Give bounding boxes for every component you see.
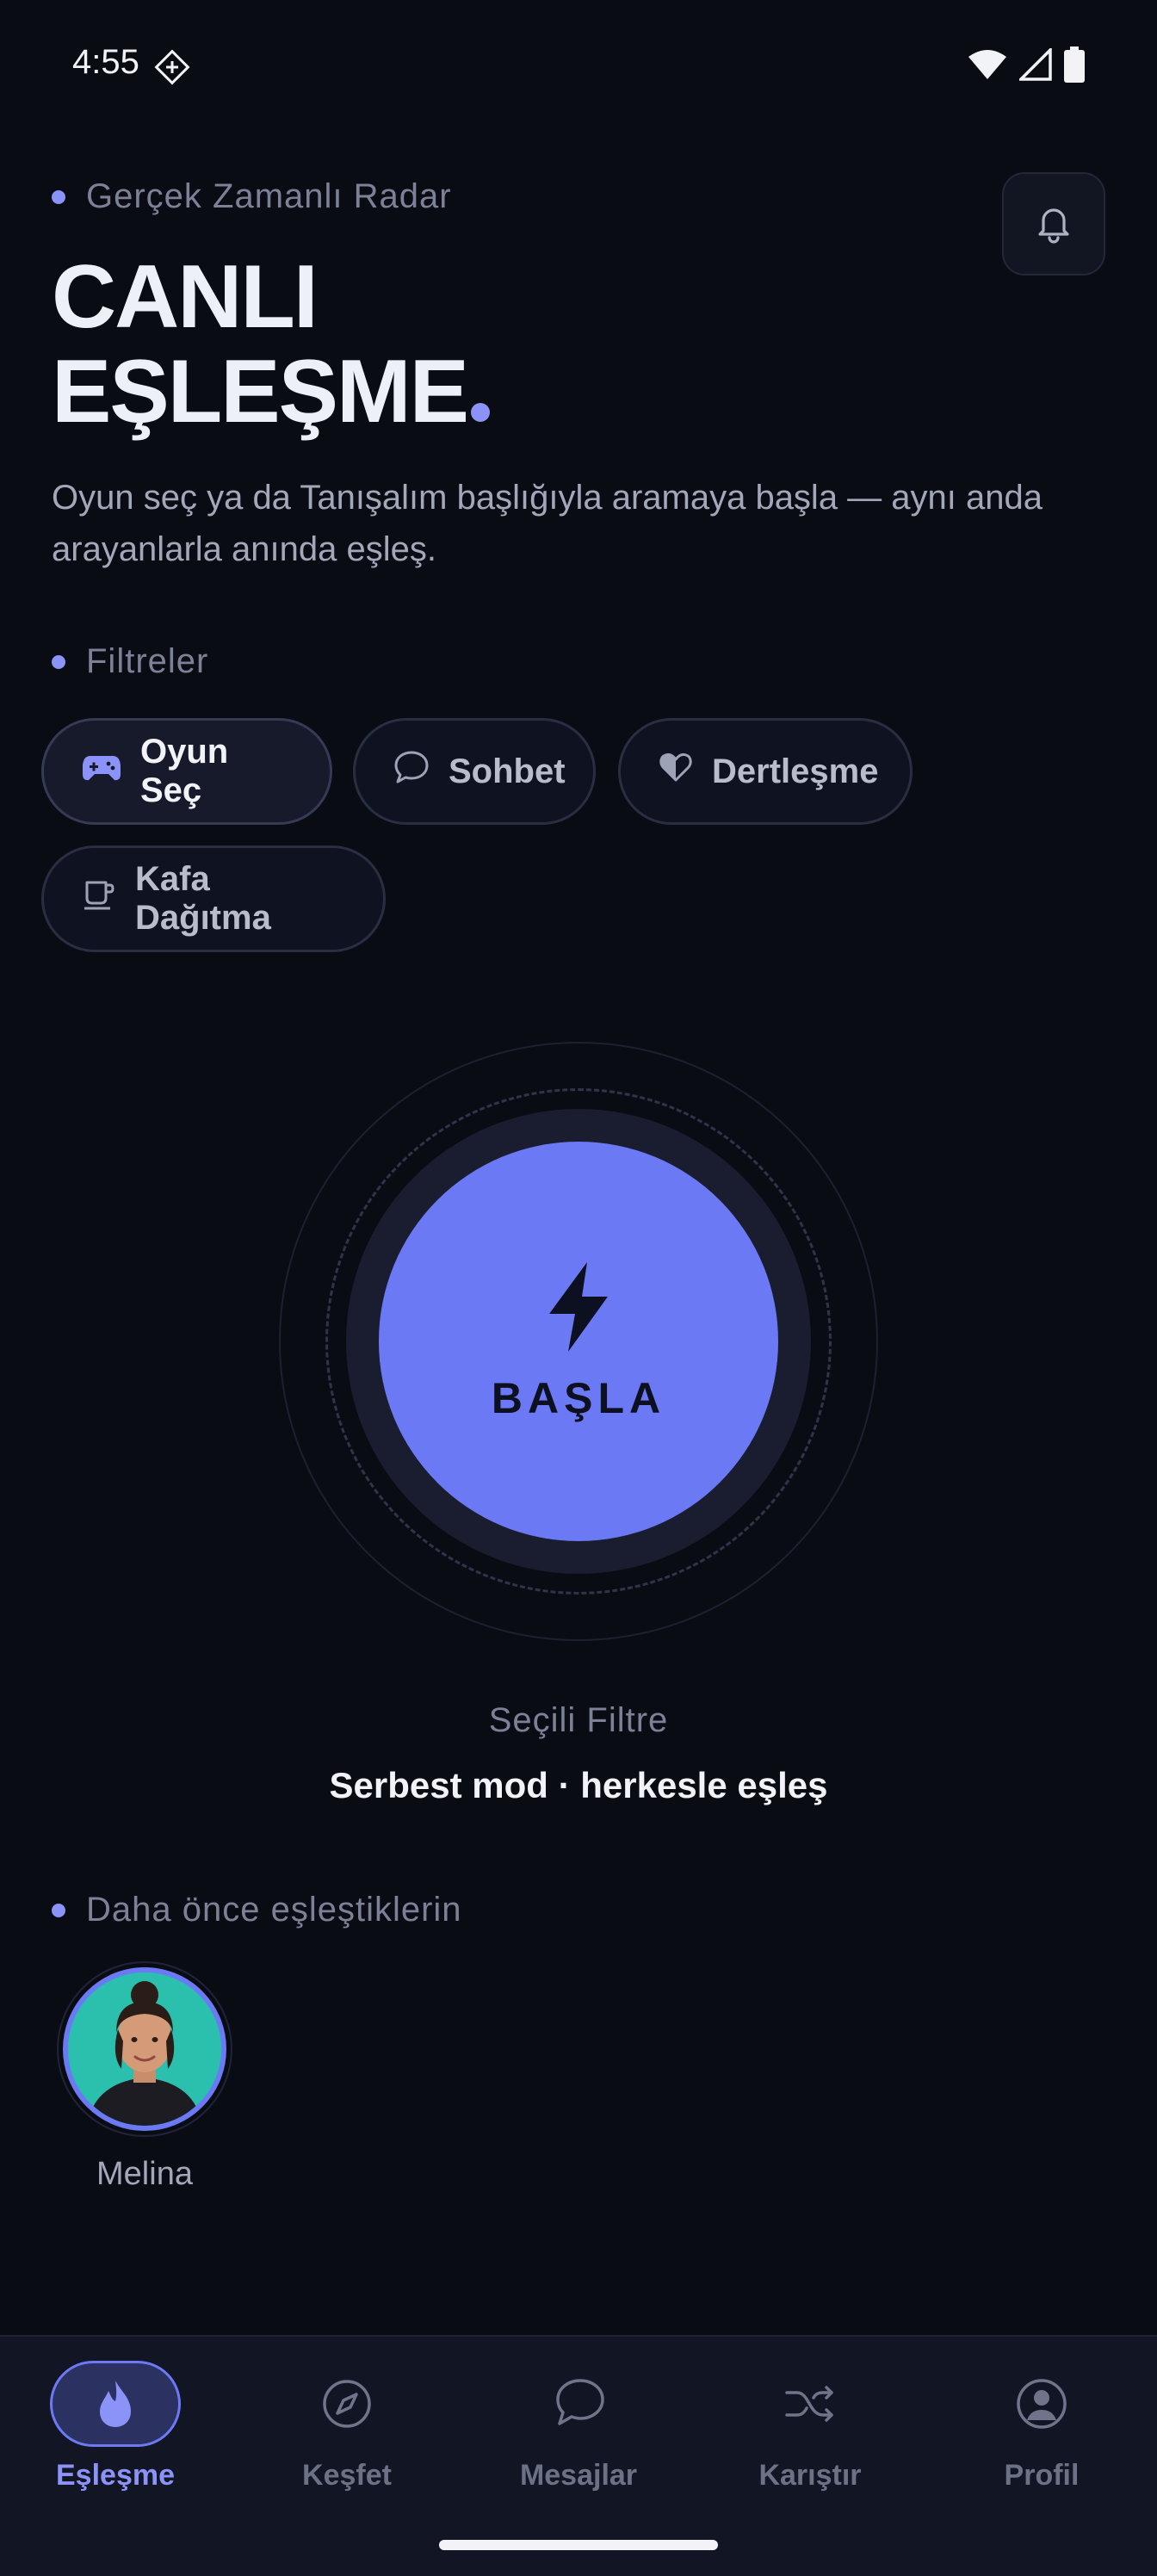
chip-label: Kafa Dağıtma <box>135 860 271 937</box>
chip-label: Oyun Seç <box>140 733 229 809</box>
title-accent-dot <box>471 403 490 422</box>
profile-icon <box>976 2361 1107 2447</box>
home-indicator[interactable] <box>439 2540 718 2550</box>
cellular-signal-icon <box>1017 46 1052 85</box>
radar-eyebrow: Gerçek Zamanlı Radar <box>52 177 452 216</box>
filter-chip-oyun-sec[interactable]: Oyun Seç <box>41 718 332 825</box>
filter-chip-dertlesme[interactable]: Dertleşme <box>618 718 913 825</box>
filter-chip-sohbet[interactable]: Sohbet <box>353 718 596 825</box>
status-right-icons <box>968 46 1085 87</box>
chat-bubble-icon <box>513 2361 644 2447</box>
nav-item-eslesme[interactable]: Eşleşme <box>21 2361 210 2516</box>
avatar-portrait-icon <box>68 1972 221 2126</box>
selected-filter-value: Serbest mod · herkesle eşleş <box>329 1765 828 1805</box>
previous-matches-label: Daha önce eşleştiklerin <box>86 1891 462 1929</box>
filters-label: Filtreler <box>86 642 209 680</box>
nav-label: Karıştır <box>758 2459 862 2492</box>
previous-matches-dot <box>52 1903 65 1917</box>
nav-item-karistir[interactable]: Karıştır <box>715 2361 905 2516</box>
match-name: Melina <box>96 2156 193 2192</box>
sim-diamond-icon <box>153 48 191 86</box>
heart-icon <box>659 752 693 791</box>
chip-label: Dertleşme <box>712 752 879 790</box>
nav-label: Eşleşme <box>56 2459 175 2492</box>
shuffle-icon <box>745 2361 875 2447</box>
nav-label: Keşfet <box>302 2459 392 2492</box>
match-avatar-melina[interactable] <box>57 1961 232 2137</box>
eyebrow-label: Gerçek Zamanlı Radar <box>86 177 452 215</box>
previous-matches-section-label: Daha önce eşleştiklerin <box>52 1891 462 1929</box>
status-bar: 4:55 <box>0 0 1157 129</box>
page-subtitle: Oyun seç ya da Tanışalım başlığıyla aram… <box>52 479 1043 568</box>
nav-label: Profil <box>1004 2459 1080 2492</box>
compass-icon <box>282 2361 412 2447</box>
chat-bubble-icon <box>393 750 430 793</box>
filter-chip-kafa-dagitma[interactable]: Kafa Dağıtma <box>41 845 386 952</box>
nav-item-profil[interactable]: Profil <box>947 2361 1136 2516</box>
avatar <box>63 1967 226 2131</box>
bell-icon <box>1031 200 1076 249</box>
page-title: CANLI EŞLEŞME <box>52 250 490 439</box>
flame-icon <box>50 2361 181 2447</box>
live-matching-screen: 4:55 Gerçek Zamanlı Radar CANLI EŞLEŞME <box>0 0 1157 2576</box>
coffee-cup-icon <box>82 877 116 920</box>
title-line-1: CANLI <box>52 247 319 347</box>
notifications-button[interactable] <box>1002 172 1105 276</box>
filters-section-label: Filtreler <box>52 642 208 681</box>
nav-label: Mesajlar <box>519 2459 638 2492</box>
lightning-icon <box>542 1260 615 1358</box>
status-time: 4:55 <box>72 43 139 81</box>
title-line-2: EŞLEŞME <box>52 342 469 442</box>
gamepad-icon <box>82 752 121 791</box>
start-button[interactable]: BAŞLA <box>379 1142 778 1541</box>
eyebrow-dot <box>52 189 65 204</box>
filters-dot <box>52 654 65 669</box>
nav-item-mesajlar[interactable]: Mesajlar <box>484 2361 673 2516</box>
nav-item-kesfet[interactable]: Keşfet <box>252 2361 442 2516</box>
start-button-label: BAŞLA <box>491 1373 666 1422</box>
selected-filter-caption: Seçili Filtre <box>488 1701 669 1739</box>
chip-label: Sohbet <box>449 752 566 790</box>
wifi-icon <box>968 48 1007 85</box>
battery-icon <box>1064 46 1085 87</box>
